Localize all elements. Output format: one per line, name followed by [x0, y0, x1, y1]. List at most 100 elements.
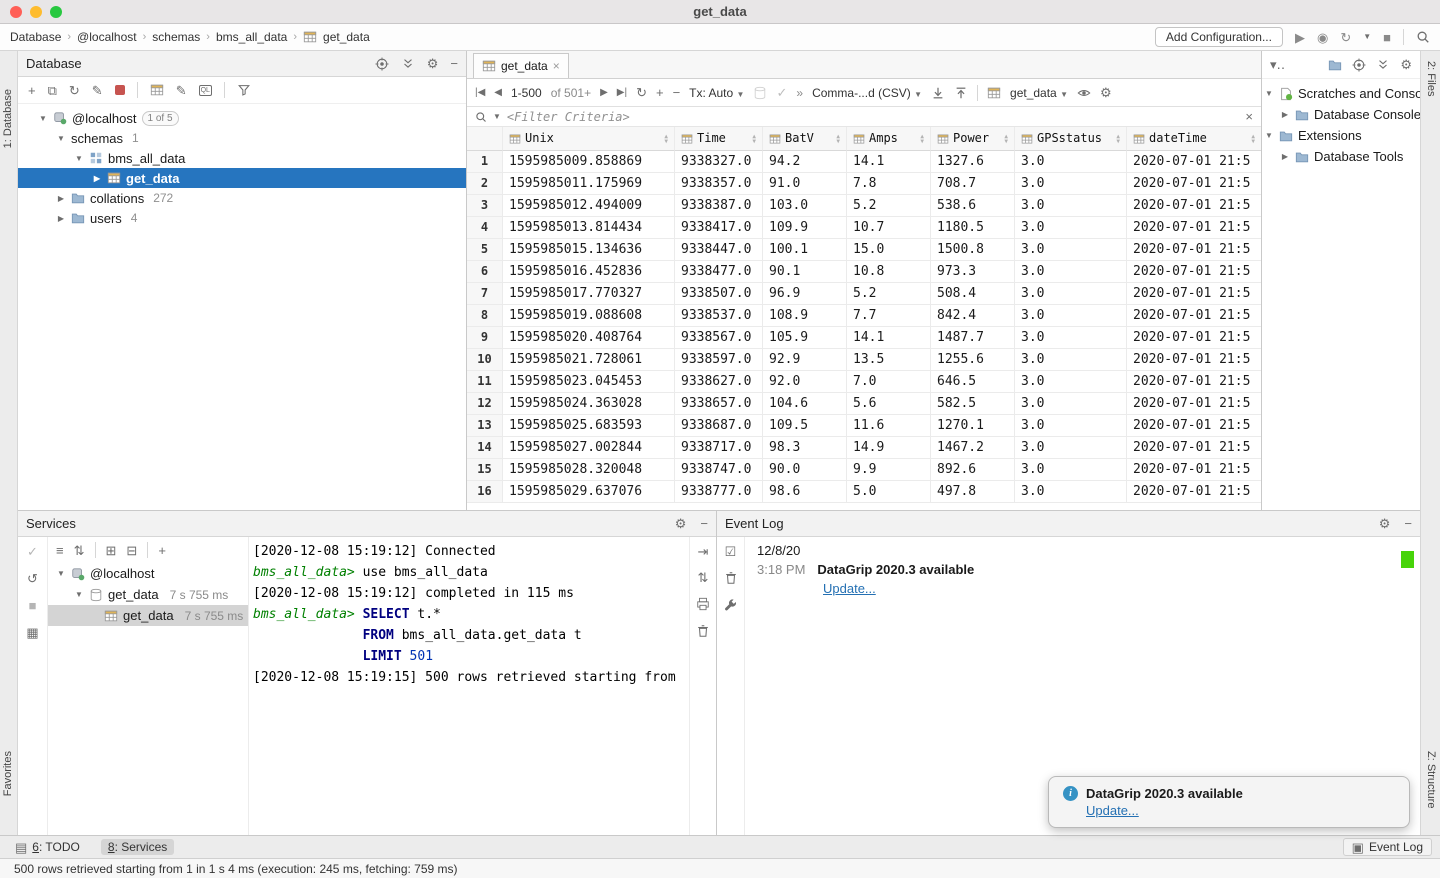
close-icon[interactable]: ×: [553, 59, 560, 73]
sort-icon[interactable]: ⇅: [74, 544, 85, 557]
grid-cell[interactable]: 2020-07-01 21:5: [1127, 437, 1261, 459]
row-number[interactable]: 4: [467, 217, 503, 239]
tree-item-database-tools[interactable]: ▶ Database Tools: [1262, 146, 1420, 167]
grid-cell[interactable]: 582.5: [931, 393, 1015, 415]
grid-cell[interactable]: 842.4: [931, 305, 1015, 327]
grid-cell[interactable]: 2020-07-01 21:5: [1127, 195, 1261, 217]
column-header-gpsstatus[interactable]: GPSstatus▲▼: [1015, 127, 1127, 151]
grid-cell[interactable]: 9338567.0: [675, 327, 763, 349]
service-item-result[interactable]: get_data 7 s 755 ms: [48, 605, 248, 626]
grid-cell[interactable]: 2020-07-01 21:5: [1127, 173, 1261, 195]
grid-cell[interactable]: 1595985012.494009: [503, 195, 675, 217]
expand-all-icon[interactable]: ⊞: [106, 544, 117, 557]
stop-icon[interactable]: [115, 85, 125, 95]
grid-cell[interactable]: 973.3: [931, 261, 1015, 283]
reload-icon[interactable]: ↻: [636, 86, 647, 99]
grid-cell[interactable]: 3.0: [1015, 305, 1127, 327]
grid-cell[interactable]: 1467.2: [931, 437, 1015, 459]
grid-cell[interactable]: 10.7: [847, 217, 931, 239]
tree-item-extensions[interactable]: ▼ Extensions: [1262, 125, 1420, 146]
breadcrumb-schemas[interactable]: schemas: [152, 30, 200, 44]
first-page-icon[interactable]: |◀: [475, 87, 485, 98]
sidebar-tab-database[interactable]: 1: Database: [2, 89, 14, 148]
grid-cell[interactable]: 7.7: [847, 305, 931, 327]
grid-cell[interactable]: 708.7: [931, 173, 1015, 195]
clear-log-trash-icon[interactable]: [724, 571, 738, 585]
collapse-all-icon[interactable]: [1376, 58, 1390, 72]
column-header-amps[interactable]: Amps▲▼: [847, 127, 931, 151]
column-header-unix[interactable]: Unix▲▼: [503, 127, 675, 151]
row-number[interactable]: 15: [467, 459, 503, 481]
grid-cell[interactable]: 7.0: [847, 371, 931, 393]
chevron-collapsed-icon[interactable]: ▶: [92, 174, 102, 183]
grid-cell[interactable]: 109.5: [763, 415, 847, 437]
grid-cell[interactable]: 9338747.0: [675, 459, 763, 481]
update-link[interactable]: Update...: [823, 581, 1408, 596]
chevron-expanded-icon[interactable]: ▼: [1264, 131, 1274, 140]
hide-panel-icon[interactable]: −: [450, 57, 458, 70]
search-icon[interactable]: [475, 111, 487, 123]
grid-cell[interactable]: 14.1: [847, 327, 931, 349]
filter-icon[interactable]: [237, 83, 251, 97]
tree-item-schemas[interactable]: ▼ schemas 1: [18, 128, 466, 148]
breadcrumb-schema[interactable]: bms_all_data: [216, 30, 287, 44]
grid-cell[interactable]: 892.6: [931, 459, 1015, 481]
grid-cell[interactable]: 1595985025.683593: [503, 415, 675, 437]
tx-mode-dropdown[interactable]: Tx: Auto ▼: [689, 86, 744, 100]
grid-cell[interactable]: 2020-07-01 21:5: [1127, 459, 1261, 481]
chevron-down-icon[interactable]: ▼: [493, 112, 501, 121]
grid-cell[interactable]: 103.0: [763, 195, 847, 217]
grid-cell[interactable]: 96.9: [763, 283, 847, 305]
grid-cell[interactable]: 2020-07-01 21:5: [1127, 151, 1261, 173]
soft-wrap-icon[interactable]: ⇅: [698, 571, 709, 584]
grid-cell[interactable]: 3.0: [1015, 327, 1127, 349]
add-icon[interactable]: +: [28, 84, 36, 97]
locate-icon[interactable]: [1352, 58, 1366, 72]
chevron-expanded-icon[interactable]: ▼: [74, 154, 84, 163]
minimize-window-button[interactable]: [30, 6, 42, 18]
tab-get-data[interactable]: get_data ×: [473, 53, 569, 78]
grid-cell[interactable]: 3.0: [1015, 261, 1127, 283]
row-number[interactable]: 10: [467, 349, 503, 371]
grid-cell[interactable]: 91.0: [763, 173, 847, 195]
chevron-collapsed-icon[interactable]: ▶: [1280, 152, 1290, 161]
gear-icon[interactable]: ⚙: [675, 517, 687, 530]
row-number[interactable]: 11: [467, 371, 503, 393]
filter-criteria-input[interactable]: <Filter Criteria>: [507, 110, 1239, 124]
grid-cell[interactable]: 9.9: [847, 459, 931, 481]
row-number[interactable]: 14: [467, 437, 503, 459]
clear-output-trash-icon[interactable]: [696, 624, 710, 638]
grid-cell[interactable]: 2020-07-01 21:5: [1127, 217, 1261, 239]
revert-icon[interactable]: [753, 86, 767, 100]
table-view-icon[interactable]: [150, 83, 164, 97]
gear-icon[interactable]: ⚙: [1379, 517, 1391, 530]
grid-cell[interactable]: 10.8: [847, 261, 931, 283]
grid-cell[interactable]: 1255.6: [931, 349, 1015, 371]
grid-cell[interactable]: 1595985021.728061: [503, 349, 675, 371]
grid-cell[interactable]: 90.1: [763, 261, 847, 283]
grid-cell[interactable]: 2020-07-01 21:5: [1127, 239, 1261, 261]
hide-panel-icon[interactable]: −: [1404, 517, 1412, 530]
scroll-to-end-icon[interactable]: ⇥: [698, 545, 709, 558]
grid-cell[interactable]: 497.8: [931, 481, 1015, 503]
grid-cell[interactable]: 9338597.0: [675, 349, 763, 371]
delete-row-icon[interactable]: −: [673, 86, 681, 99]
hide-panel-icon[interactable]: −: [700, 517, 708, 530]
export-data-icon[interactable]: [931, 86, 945, 100]
grid-cell[interactable]: 3.0: [1015, 283, 1127, 305]
grid-cell[interactable]: 1595985013.814434: [503, 217, 675, 239]
grid-cell[interactable]: 9338717.0: [675, 437, 763, 459]
grid-cell[interactable]: 1595985024.363028: [503, 393, 675, 415]
chevron-expanded-icon[interactable]: ▼: [38, 114, 48, 123]
grid-cell[interactable]: 2020-07-01 21:5: [1127, 349, 1261, 371]
grid-cell[interactable]: 2020-07-01 21:5: [1127, 481, 1261, 503]
close-window-button[interactable]: [10, 6, 22, 18]
zoom-window-button[interactable]: [50, 6, 62, 18]
sidebar-tab-structure[interactable]: Z: Structure: [1425, 751, 1437, 808]
row-number[interactable]: 7: [467, 283, 503, 305]
add-configuration-button[interactable]: Add Configuration...: [1155, 27, 1283, 47]
grid-cell[interactable]: 3.0: [1015, 437, 1127, 459]
grid-cell[interactable]: 9338417.0: [675, 217, 763, 239]
collapse-all-icon[interactable]: ⊟: [126, 544, 137, 557]
modify-table-icon[interactable]: ✎: [176, 84, 187, 97]
